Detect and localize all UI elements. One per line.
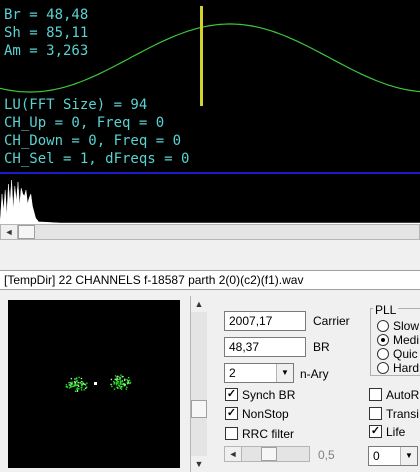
constellation-display bbox=[8, 300, 180, 468]
life-checkbox[interactable]: ✓ bbox=[369, 425, 382, 438]
symbol-cluster-right bbox=[110, 374, 132, 390]
center-dot bbox=[94, 382, 97, 385]
spectrum-plot bbox=[0, 179, 420, 224]
waveform-panel: Br = 48,48 Sh = 85,11 Am = 3,263 LU(FFT … bbox=[0, 0, 420, 172]
am-readout: Am = 3,263 bbox=[4, 43, 89, 59]
constellation-plot bbox=[65, 374, 132, 392]
down-arrow-icon: ▼ bbox=[400, 447, 417, 465]
life-label: Life bbox=[386, 425, 406, 439]
file-path-bar: [TempDir] 22 CHANNELS f-18587 parth 2(0)… bbox=[0, 270, 420, 290]
scroll-up-button[interactable]: ▲ bbox=[191, 296, 207, 312]
nonstop-checkbox[interactable]: ✓ bbox=[225, 407, 238, 420]
pll-slow-radio[interactable] bbox=[377, 320, 389, 332]
ch-sel-readout: CH_Sel = 1, dFreqs = 0 bbox=[4, 151, 190, 167]
pll-hard-label: Hard bbox=[393, 361, 420, 375]
br-label: BR bbox=[313, 340, 330, 354]
scrollbar-thumb[interactable] bbox=[18, 225, 35, 239]
autor-label: AutoR bbox=[386, 388, 420, 402]
slider-left-button[interactable]: ◄ bbox=[225, 447, 242, 461]
ch-up-readout: CH_Up = 0, Freq = 0 bbox=[4, 115, 165, 131]
fft-size-readout: LU(FFT Size) = 94 bbox=[4, 97, 148, 113]
br-input[interactable]: 48,37 bbox=[224, 337, 306, 357]
sh-readout: Sh = 85,11 bbox=[4, 25, 89, 41]
br-readout: Br = 48,48 bbox=[4, 7, 89, 23]
scroll-left-button[interactable]: ◄ bbox=[1, 225, 18, 239]
spectrum-panel bbox=[0, 174, 420, 224]
transi-label: Transi bbox=[386, 407, 419, 421]
down-arrow-icon: ▼ bbox=[276, 364, 293, 382]
cursor-marker[interactable] bbox=[200, 6, 203, 106]
carrier-input[interactable]: 2007,17 bbox=[224, 311, 306, 331]
symbol-cluster-left bbox=[65, 376, 88, 392]
transi-checkbox[interactable] bbox=[369, 407, 382, 420]
nary-value: 2 bbox=[229, 366, 236, 380]
pll-hard-radio[interactable] bbox=[377, 362, 389, 374]
slider-thumb[interactable] bbox=[261, 447, 277, 461]
down-arrow-icon: ▼ bbox=[194, 459, 204, 469]
check-icon: ✓ bbox=[226, 388, 237, 400]
pll-quick-radio[interactable] bbox=[377, 348, 389, 360]
up-arrow-icon: ▲ bbox=[194, 299, 204, 309]
vscroll-thumb[interactable] bbox=[191, 400, 207, 418]
pll-title: PLL bbox=[373, 302, 399, 318]
rrc-filter-label: RRC filter bbox=[242, 427, 295, 441]
constellation-scrollbar[interactable]: ▲ ▼ bbox=[190, 296, 207, 472]
check-icon: ✓ bbox=[226, 407, 237, 419]
ch-down-readout: CH_Down = 0, Freq = 0 bbox=[4, 133, 182, 149]
filter-slider[interactable]: ◄ bbox=[224, 446, 310, 462]
spectrum-trace bbox=[0, 179, 420, 224]
left-arrow-icon: ◄ bbox=[228, 449, 238, 459]
slider-value: 0,5 bbox=[318, 448, 335, 462]
scroll-down-button[interactable]: ▼ bbox=[191, 456, 207, 472]
left-arrow-icon: ◄ bbox=[4, 227, 14, 237]
rrc-filter-checkbox[interactable] bbox=[225, 427, 238, 440]
nary-label: n-Ary bbox=[300, 367, 329, 381]
nary-select[interactable]: 2 ▼ bbox=[224, 363, 294, 383]
nonstop-label: NonStop bbox=[242, 407, 289, 421]
right-select[interactable]: 0 ▼ bbox=[368, 446, 418, 466]
spectrum-scrollbar[interactable]: ◄ bbox=[0, 224, 420, 240]
synch-br-label: Synch BR bbox=[242, 388, 296, 402]
pll-medium-radio[interactable] bbox=[377, 334, 389, 346]
synch-br-checkbox[interactable]: ✓ bbox=[225, 388, 238, 401]
carrier-label: Carrier bbox=[313, 314, 350, 328]
check-icon: ✓ bbox=[370, 425, 381, 437]
right-select-value: 0 bbox=[373, 449, 380, 463]
spacer-area bbox=[0, 240, 420, 270]
autor-checkbox[interactable] bbox=[369, 388, 382, 401]
